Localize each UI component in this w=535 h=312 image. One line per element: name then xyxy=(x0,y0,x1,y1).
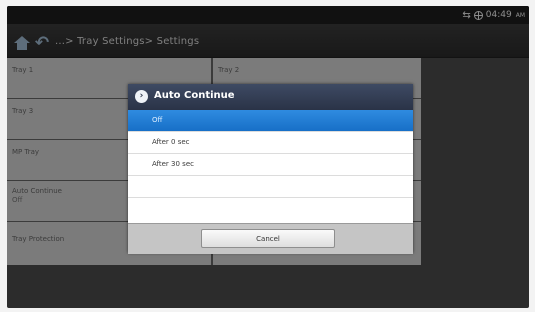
dialog-header: › Auto Continue xyxy=(128,84,413,110)
option-label: After 0 sec xyxy=(152,138,190,146)
cancel-button[interactable]: Cancel xyxy=(201,229,335,248)
chevron-right-icon: › xyxy=(135,90,148,103)
option-list: Off After 0 sec After 30 sec xyxy=(128,110,413,198)
option-after-0-sec[interactable]: After 0 sec xyxy=(128,132,413,154)
option-label: After 30 sec xyxy=(152,160,194,168)
dialog-title: Auto Continue xyxy=(154,90,235,101)
option-label: Off xyxy=(152,116,163,124)
option-empty xyxy=(128,176,413,198)
device-screen: ⇆ 04:49 AM ↶ ...> Tray Settings> Setting… xyxy=(7,6,529,308)
option-off[interactable]: Off xyxy=(128,110,413,132)
option-after-30-sec[interactable]: After 30 sec xyxy=(128,154,413,176)
auto-continue-dialog: › Auto Continue Off After 0 sec After 30… xyxy=(128,84,413,254)
dialog-footer: Cancel xyxy=(128,223,413,254)
